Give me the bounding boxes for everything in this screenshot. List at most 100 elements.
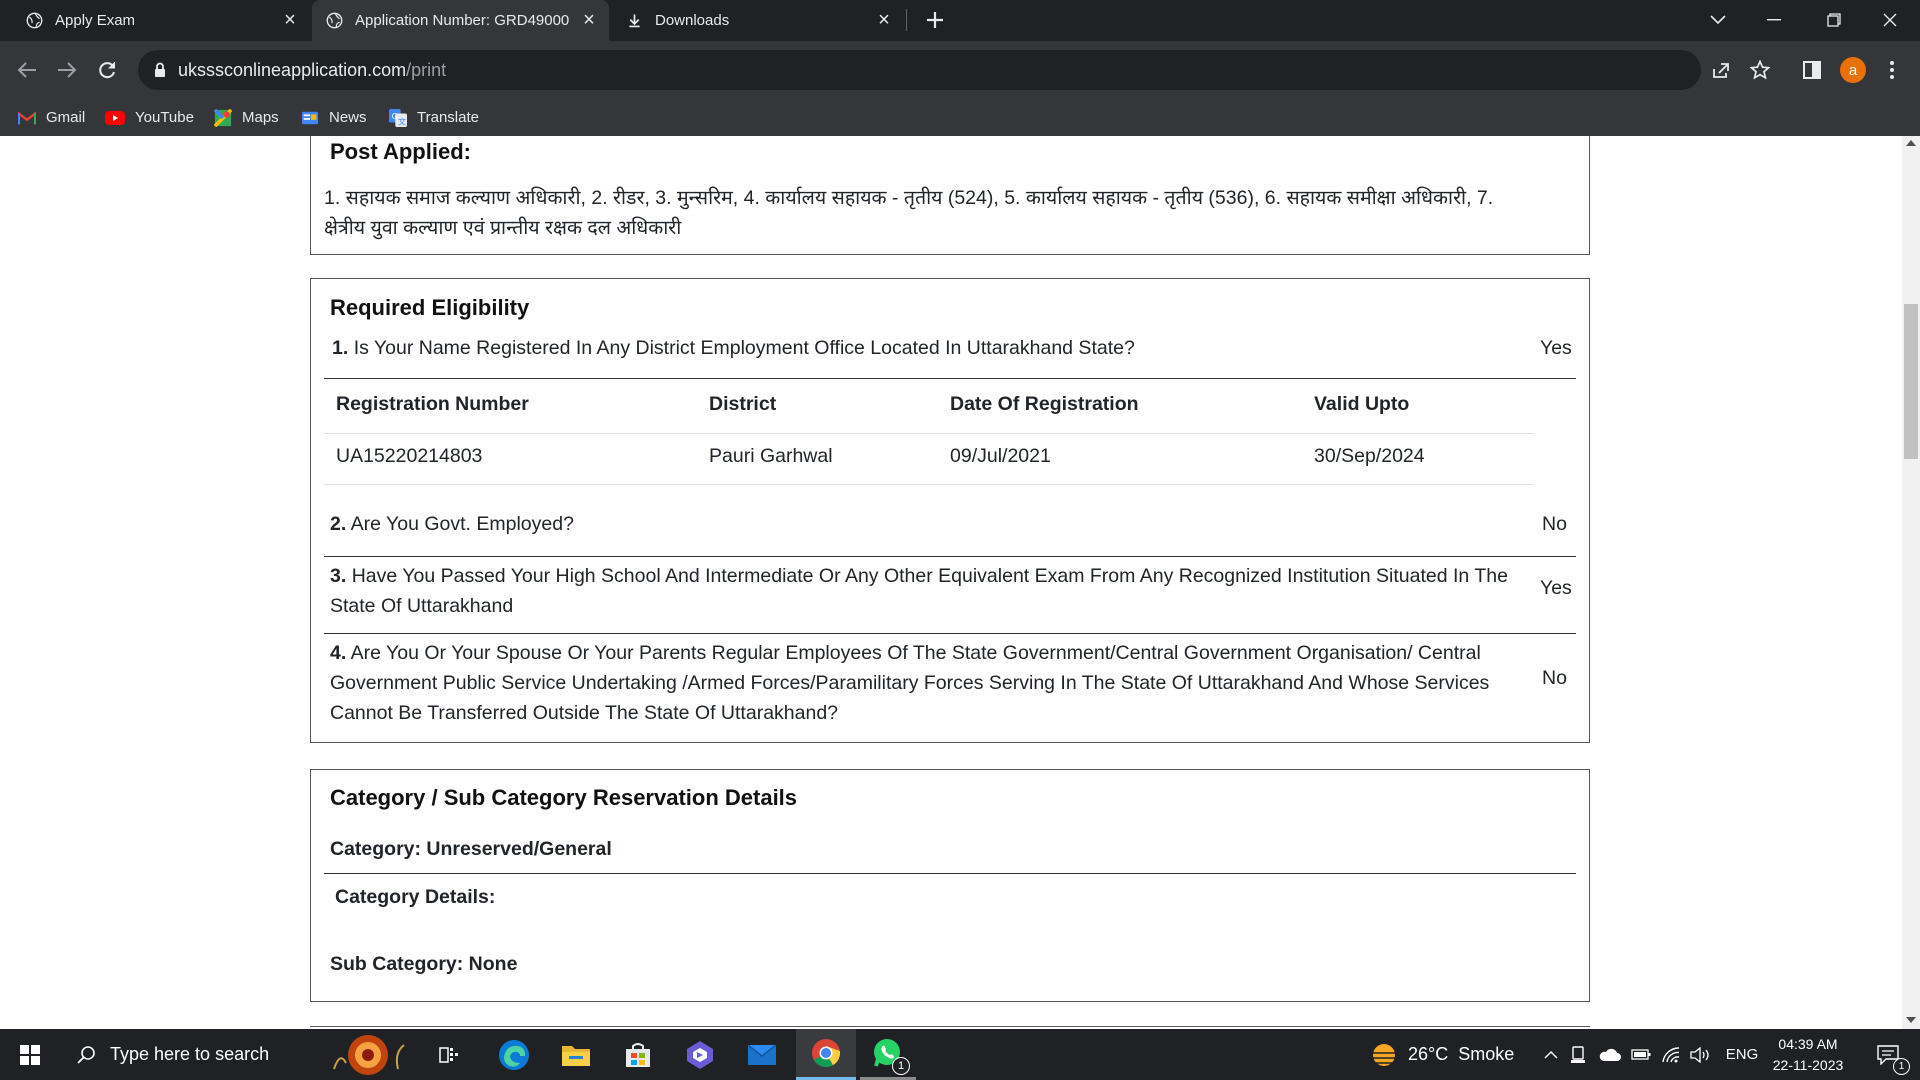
question-1: 1. Is Your Name Registered In Any Distri… <box>332 337 1135 360</box>
task-view-button[interactable] <box>424 1029 474 1080</box>
bookmark-label: YouTube <box>135 109 194 126</box>
table-header-district: District <box>709 393 777 415</box>
question-text-line-1: Have You Passed Your High School And Int… <box>351 565 1508 587</box>
address-bar[interactable]: uksssconlineapplication.com/print <box>138 50 1770 90</box>
divider <box>324 556 1576 557</box>
taskbar-edge[interactable] <box>488 1029 540 1080</box>
tab-search-button[interactable] <box>1690 0 1746 40</box>
close-window-button[interactable] <box>1862 0 1918 40</box>
translate-icon: G文 <box>389 108 407 127</box>
reload-button[interactable] <box>89 52 125 88</box>
post-applied-line-1: 1. सहायक समाज कल्याण अधिकारी, 2. रीडर, 3… <box>324 187 1494 209</box>
whatsapp-badge: 1 <box>892 1057 910 1075</box>
clock-time: 04:39 AM <box>1778 1035 1838 1052</box>
taskbar-file-explorer[interactable] <box>550 1029 602 1080</box>
avatar: a <box>1840 57 1866 83</box>
back-button[interactable] <box>9 52 45 88</box>
url-text[interactable]: uksssconlineapplication.com/print <box>178 60 446 81</box>
youtube-icon <box>105 110 125 125</box>
svg-text:G: G <box>392 111 398 120</box>
tab-title: Apply Exam <box>55 12 136 29</box>
taskbar-whatsapp[interactable]: 1 <box>860 1029 916 1080</box>
table-cell-valid-upto: 30/Sep/2024 <box>1314 445 1425 467</box>
bookmark-news[interactable]: News <box>301 99 367 136</box>
share-icon[interactable] <box>1711 60 1731 80</box>
question-4: 4. Are You Or Your Spouse Or Your Parent… <box>330 638 1530 728</box>
required-eligibility-card: Required Eligibility 1. Is Your Name Reg… <box>310 278 1590 743</box>
minimize-button[interactable] <box>1746 0 1802 40</box>
scrollbar-thumb[interactable] <box>1904 304 1918 459</box>
tray-device-icon[interactable] <box>1566 1029 1590 1080</box>
taskbar-store[interactable] <box>612 1029 664 1080</box>
scroll-down-arrow-icon[interactable] <box>1906 1017 1916 1023</box>
question-3: 3. Have You Passed Your High School And … <box>330 561 1510 621</box>
weather-widget[interactable]: 26°C Smoke <box>1368 1029 1518 1080</box>
taskbar-chrome[interactable] <box>796 1029 856 1080</box>
table-header-registration-number: Registration Number <box>336 393 529 415</box>
wifi-icon <box>1662 1046 1680 1062</box>
side-panel-button[interactable] <box>1794 52 1830 88</box>
profile-button[interactable]: a <box>1835 52 1871 88</box>
tray-wifi[interactable] <box>1658 1029 1684 1080</box>
tray-volume[interactable] <box>1688 1029 1714 1080</box>
reload-icon <box>99 62 115 79</box>
divider <box>324 378 1576 379</box>
forward-button[interactable] <box>49 52 85 88</box>
weather-sun-icon <box>1371 1043 1397 1066</box>
tab-title: Downloads <box>655 12 730 29</box>
category-details-label: Category Details: <box>335 886 496 908</box>
answer-2: No <box>1542 513 1567 535</box>
show-hidden-icons-button[interactable] <box>1538 1029 1564 1080</box>
bookmark-youtube[interactable]: YouTube <box>105 99 194 136</box>
svg-text:文: 文 <box>398 116 406 126</box>
close-icon[interactable]: × <box>280 10 300 30</box>
scroll-up-arrow-icon[interactable] <box>1906 140 1916 146</box>
start-button[interactable] <box>0 1029 60 1080</box>
task-view-icon <box>439 1046 458 1063</box>
table-header-valid-upto: Valid Upto <box>1314 393 1410 415</box>
tab-application-number[interactable]: Application Number: GRD49000 × <box>312 0 609 41</box>
avatar-initial: a <box>1848 61 1858 79</box>
page-scrollbar[interactable] <box>1902 136 1920 1029</box>
page-viewport: Post Applied: 1. सहायक समाज कल्याण अधिका… <box>0 136 1902 1029</box>
bookmark-maps[interactable]: Maps <box>214 99 279 136</box>
tray-clock[interactable]: 04:39 AM 22-11-2023 <box>1766 1029 1850 1080</box>
menu-button[interactable] <box>1874 52 1910 88</box>
restore-button[interactable] <box>1806 0 1862 40</box>
bookmark-translate[interactable]: G文 Translate <box>389 99 479 136</box>
tray-battery[interactable] <box>1628 1029 1654 1080</box>
new-tab-button[interactable] <box>910 0 960 40</box>
minimize-icon <box>1767 19 1781 21</box>
clock-date: 22-11-2023 <box>1772 1056 1844 1073</box>
divider <box>324 873 1576 874</box>
folder-icon <box>562 1045 590 1066</box>
table-cell-registration-number: UA15220214803 <box>336 445 483 467</box>
bookmark-star-icon[interactable] <box>1750 60 1770 80</box>
language-text: ENG <box>1725 1046 1759 1063</box>
sub-category-line: Sub Category: None <box>330 953 518 975</box>
question-text-line-3: Cannot Be Transferred Outside The State … <box>330 702 839 724</box>
taskbar-app[interactable] <box>674 1029 726 1080</box>
weather-text: 26°C Smoke <box>1408 1044 1515 1064</box>
speaker-icon <box>1690 1046 1709 1063</box>
tab-downloads[interactable]: Downloads × <box>612 0 904 41</box>
notification-center-button[interactable]: 1 <box>1866 1029 1910 1080</box>
close-icon <box>1883 13 1897 27</box>
battery-icon <box>1631 1049 1651 1060</box>
taskbar-mail[interactable] <box>736 1029 788 1080</box>
close-icon[interactable]: × <box>874 10 894 30</box>
category-line: Category: Unreserved/General <box>330 838 612 860</box>
bookmark-gmail[interactable]: Gmail <box>18 99 85 136</box>
tray-language[interactable]: ENG <box>1720 1029 1764 1080</box>
side-panel-icon <box>1803 61 1821 79</box>
browser-tab-strip: Apply Exam × Application Number: GRD4900… <box>0 0 1920 41</box>
table-row-divider <box>324 484 1534 485</box>
question-number: 1. <box>332 337 349 359</box>
question-number: 3. <box>330 565 347 587</box>
tab-apply-exam[interactable]: Apply Exam × <box>0 0 310 41</box>
search-highlight-icon <box>333 1035 405 1075</box>
browser-toolbar: uksssconlineapplication.com/print a <box>0 41 1920 99</box>
tray-onedrive[interactable] <box>1596 1029 1624 1080</box>
close-icon[interactable]: × <box>579 10 599 30</box>
taskbar-search-box[interactable]: Type here to search <box>60 1029 412 1080</box>
